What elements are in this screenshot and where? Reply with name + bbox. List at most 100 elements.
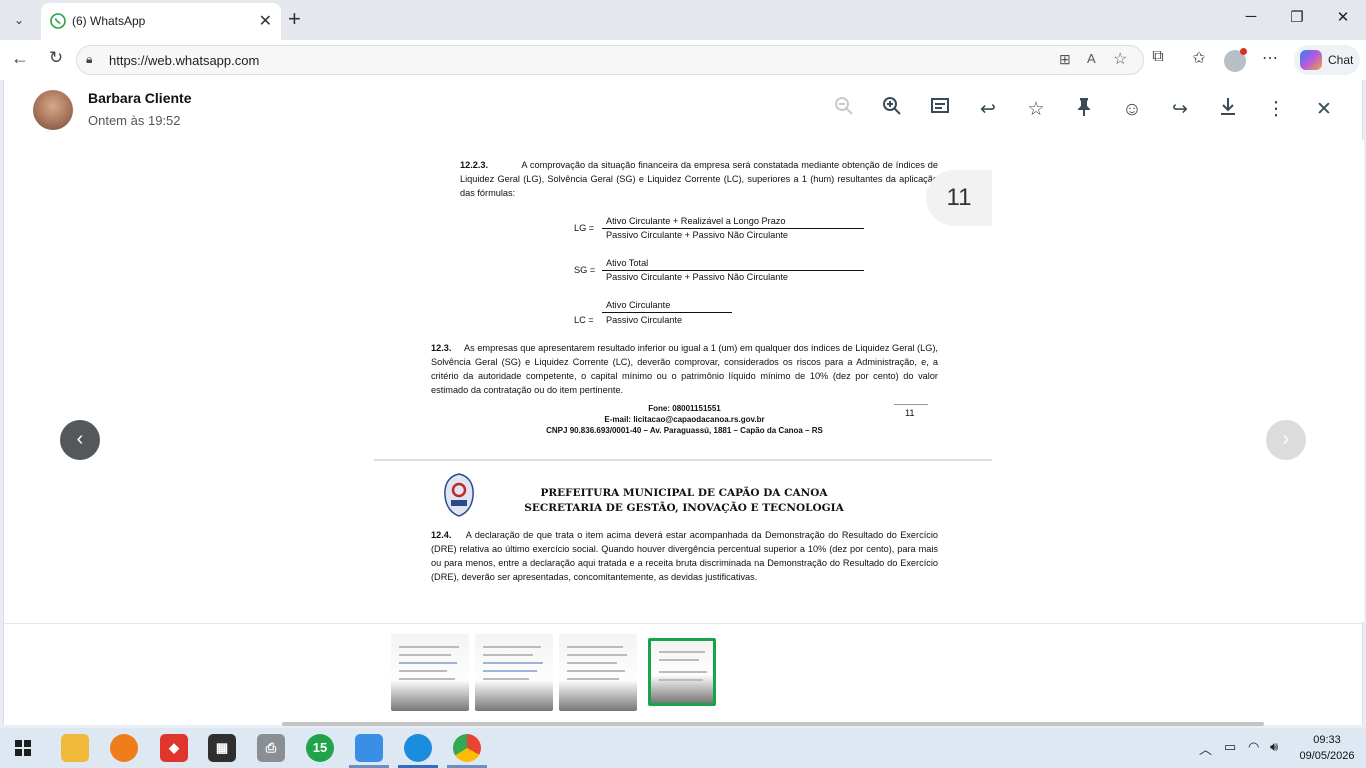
lock-icon[interactable]: 🔒︎ bbox=[86, 52, 92, 67]
doc-heading-1: PREFEITURA MUNICIPAL DE CAPÃO DA CANOA bbox=[540, 487, 828, 499]
menu-icon[interactable]: ⋮ bbox=[1262, 96, 1290, 124]
emoji-icon[interactable]: ☺ bbox=[1118, 96, 1146, 124]
file-explorer-icon[interactable] bbox=[61, 734, 89, 762]
app-available-icon[interactable]: ⊞ bbox=[1059, 51, 1071, 68]
thumbnail-strip bbox=[4, 623, 1364, 726]
doc-paragraph-2: 12.3. As empresas que apresentarem resul… bbox=[431, 341, 938, 397]
sg-numerator: Ativo Total bbox=[606, 258, 649, 268]
edge-icon[interactable] bbox=[404, 734, 432, 762]
read-aloud-icon[interactable]: A bbox=[1087, 51, 1096, 66]
tab-close-icon[interactable]: ✕ bbox=[259, 11, 272, 31]
printer-app-icon[interactable]: ⎙ bbox=[257, 734, 285, 762]
clock-time: 09:33 bbox=[1313, 734, 1341, 746]
lg-label: LG = bbox=[574, 223, 595, 233]
viewer-header: Barbara Cliente Ontem às 19:52 ↩ ☆ ☺ ↪ ⋮… bbox=[4, 80, 1364, 140]
copilot-icon bbox=[1300, 50, 1322, 70]
message-time: Ontem às 19:52 bbox=[88, 113, 181, 128]
battery-icon[interactable]: ▭ bbox=[1224, 739, 1236, 755]
tray-expand-icon[interactable]: ︿ bbox=[1199, 739, 1212, 758]
windows-taskbar: ◆ ▦ ⎙ 15 ︿ ▭ ◠ 🔊︎ 09:33 09/05/2026 bbox=[0, 728, 1366, 768]
whatsapp-taskbar-icon[interactable]: 15 bbox=[306, 734, 334, 762]
url-text: https://web.whatsapp.com bbox=[109, 53, 260, 68]
notification-dot bbox=[1240, 48, 1247, 55]
doc-paragraph-3: 12.4. A declaração de que trata o item a… bbox=[431, 528, 938, 584]
doc-p1-text: A comprovação da situação financeira da … bbox=[460, 160, 939, 198]
footer-phone: Fone: 08001151551 bbox=[648, 404, 721, 413]
doc-p3-number: 12.4. bbox=[431, 530, 452, 540]
zoom-out-icon[interactable] bbox=[830, 96, 858, 124]
page-number-line bbox=[894, 404, 928, 405]
refresh-icon[interactable]: ↻ bbox=[44, 48, 68, 68]
image-viewer: 12.2.3. A comprovação da situação financ… bbox=[4, 140, 1364, 622]
tab-bar: ⌄ (6) WhatsApp ✕ + ─ ❐ ✕ bbox=[0, 0, 1366, 40]
thumbnail[interactable] bbox=[475, 634, 553, 711]
page-number-badge: 11 bbox=[926, 170, 992, 226]
minimize-button[interactable]: ─ bbox=[1236, 8, 1266, 25]
close-window-button[interactable]: ✕ bbox=[1328, 8, 1358, 26]
star-icon[interactable]: ☆ bbox=[1022, 96, 1050, 124]
thumbnail[interactable] bbox=[391, 634, 469, 711]
clock[interactable]: 09:33 09/05/2026 bbox=[1296, 732, 1358, 764]
back-icon[interactable]: ← bbox=[8, 48, 32, 69]
lc-denominator: Passivo Circulante bbox=[606, 315, 683, 325]
thumbnail[interactable] bbox=[559, 634, 637, 711]
doc-footer: Fone: 08001151551 E-mail: licitacao@capa… bbox=[431, 403, 938, 436]
extensions-icon[interactable]: ⧉ bbox=[1146, 48, 1170, 66]
previous-image-button[interactable]: ‹ bbox=[60, 420, 100, 460]
download-icon[interactable] bbox=[1214, 96, 1242, 124]
clock-date: 09/05/2026 bbox=[1299, 750, 1355, 762]
doc-p1-number: 12.2.3. bbox=[460, 160, 489, 170]
message-icon[interactable] bbox=[926, 96, 954, 124]
tab-list-button[interactable]: ⌄ bbox=[6, 8, 32, 32]
avatar[interactable] bbox=[33, 90, 73, 130]
doc-p3-text: A declaração de que trata o item acima d… bbox=[431, 530, 938, 582]
whatsapp-icon bbox=[50, 13, 66, 29]
tab-whatsapp[interactable]: (6) WhatsApp ✕ bbox=[41, 3, 281, 40]
anydesk-icon[interactable]: ◆ bbox=[160, 734, 188, 762]
municipal-crest-logo bbox=[441, 472, 477, 518]
zoom-in-icon[interactable] bbox=[878, 96, 906, 124]
chrome-icon[interactable] bbox=[453, 734, 481, 762]
lg-numerator: Ativo Circulante + Realizável a Longo Pr… bbox=[606, 216, 786, 226]
chat-label: Chat bbox=[1328, 53, 1354, 67]
footer-cnpj: CNPJ 90.836.693/0001-40 – Av. Paraguassú… bbox=[546, 426, 823, 435]
calculator-icon[interactable]: ▦ bbox=[208, 734, 236, 762]
lc-label: LC = bbox=[574, 315, 594, 325]
lc-numerator: Ativo Circulante bbox=[606, 300, 671, 310]
horizontal-scrollbar[interactable] bbox=[282, 722, 1264, 726]
restore-button[interactable]: ❐ bbox=[1282, 8, 1312, 26]
network-icon[interactable]: ◠ bbox=[1248, 739, 1259, 755]
doc-paragraph-1: 12.2.3. A comprovação da situação financ… bbox=[460, 158, 938, 200]
address-toolbar: ← ↻ 🔒︎ https://web.whatsapp.com ⊞ A ☆ ⧉ … bbox=[0, 40, 1366, 80]
more-options-icon[interactable]: ⋯ bbox=[1258, 48, 1282, 68]
forward-icon[interactable]: ↪ bbox=[1166, 96, 1194, 124]
pin-icon[interactable] bbox=[1070, 96, 1098, 124]
sg-denominator: Passivo Circulante + Passivo Não Circula… bbox=[606, 272, 789, 282]
doc-heading: PREFEITURA MUNICIPAL DE CAPÃO DA CANOA S… bbox=[484, 486, 884, 516]
lg-denominator: Passivo Circulante + Passivo Não Circula… bbox=[606, 230, 789, 240]
whatsapp-media-viewer: Barbara Cliente Ontem às 19:52 ↩ ☆ ☺ ↪ ⋮… bbox=[3, 80, 1364, 726]
favorite-star-icon[interactable]: ☆ bbox=[1113, 49, 1127, 69]
browser-app-icon[interactable] bbox=[110, 734, 138, 762]
start-windows-icon[interactable] bbox=[15, 740, 31, 756]
doc-p2-number: 12.3. bbox=[431, 343, 452, 353]
sender-name: Barbara Cliente bbox=[88, 90, 192, 106]
reply-icon[interactable]: ↩ bbox=[974, 96, 1002, 124]
favorites-icon[interactable]: ✩ bbox=[1187, 48, 1211, 68]
address-field[interactable]: 🔒︎ https://web.whatsapp.com ⊞ A ☆ bbox=[76, 45, 1144, 75]
next-image-button[interactable]: › bbox=[1266, 420, 1306, 460]
doc-page-number: 11 bbox=[905, 408, 915, 418]
image-app-icon[interactable] bbox=[355, 734, 383, 762]
footer-email: E-mail: licitacao@capaodacanoa.rs.gov.br bbox=[604, 415, 765, 424]
volume-icon[interactable]: 🔊︎ bbox=[1270, 739, 1278, 755]
thumbnail-selected[interactable] bbox=[648, 638, 716, 706]
close-viewer-icon[interactable]: ✕ bbox=[1310, 96, 1338, 124]
tab-title: (6) WhatsApp bbox=[72, 14, 146, 28]
page-break-line bbox=[374, 459, 992, 461]
document-image: 12.2.3. A comprovação da situação financ… bbox=[374, 158, 992, 598]
new-tab-button[interactable]: + bbox=[288, 6, 301, 32]
doc-heading-2: SECRETARIA DE GESTÃO, INOVAÇÃO E TECNOLO… bbox=[524, 502, 844, 514]
copilot-chat-button[interactable]: Chat bbox=[1294, 45, 1360, 75]
doc-p2-text: As empresas que apresentarem resultado i… bbox=[431, 343, 938, 395]
sg-label: SG = bbox=[574, 265, 596, 275]
